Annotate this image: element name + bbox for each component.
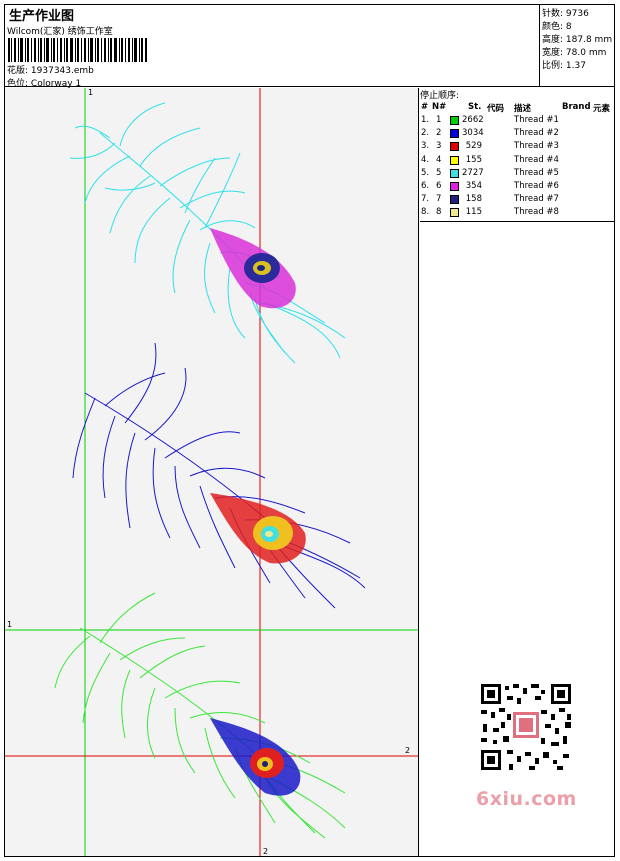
color-swatch — [450, 195, 459, 205]
row-stitches: 2662 — [462, 115, 484, 125]
col-header-code: 代码 — [487, 104, 505, 114]
row-description: Thread #2 — [514, 128, 559, 139]
stat-scale: 比例: 1.37 — [542, 61, 586, 71]
color-swatch — [450, 155, 459, 165]
company-name: Wilcom(汇家) 绣饰工作室 — [7, 27, 113, 37]
row-description: Thread #6 — [514, 181, 559, 191]
row-needle: 2 — [436, 128, 442, 139]
table-row: 6. 6 354 Thread #6 — [420, 181, 614, 194]
stop-sequence-title: 停止顺序: — [420, 91, 460, 101]
table-row: 2. 2 3034 Thread #2 — [420, 128, 614, 141]
eye-blue-feather — [210, 493, 306, 564]
row-number: 4. — [421, 154, 430, 165]
row-needle: 3 — [436, 141, 442, 152]
row-stitches: 155 — [465, 154, 482, 165]
feather-blue — [72, 342, 366, 609]
embroidery-preview — [5, 88, 418, 856]
row-number: 5. — [421, 167, 430, 178]
stat-height: 高度: 187.8 mm — [542, 35, 613, 45]
row-needle: 4 — [436, 154, 442, 165]
axis-label-h2: 2 — [405, 746, 411, 755]
row-needle: 5 — [436, 167, 442, 178]
col-header-n: N# — [432, 102, 447, 112]
row-description: Thread #1 — [514, 115, 559, 125]
row-stitches: 2727 — [462, 167, 484, 178]
eye-green-feather — [210, 718, 301, 796]
axis-label-v1: 1 — [88, 88, 94, 97]
table-row: 5. 5 2727 Thread #5 — [420, 168, 614, 181]
design-canvas: 1 1 2 2 — [5, 88, 419, 856]
stat-width: 宽度: 78.0 mm — [542, 48, 607, 58]
col-header-brand: Brand — [562, 102, 591, 112]
color-swatch — [450, 168, 459, 178]
row-stitches: 115 — [465, 207, 482, 218]
header-info: 生产作业图 Wilcom(汇家) 绣饰工作室 花版: 1937343.emb 色… — [5, 5, 540, 89]
row-stitches: 158 — [465, 194, 482, 205]
color-swatch — [450, 142, 459, 152]
row-number: 6. — [421, 181, 430, 191]
color-swatch — [450, 129, 459, 139]
row-stitches: 3034 — [462, 128, 484, 139]
row-description: Thread #4 — [514, 154, 559, 165]
row-description: Thread #8 — [514, 207, 559, 218]
table-row: 4. 4 155 Thread #4 — [420, 155, 614, 168]
watermark: 6xiu.com — [476, 788, 577, 810]
barcode — [8, 38, 147, 62]
row-stitches: 529 — [465, 141, 482, 152]
row-number: 2. — [421, 128, 430, 139]
color-swatch — [450, 208, 459, 218]
stat-stitches: 针数: 9736 — [542, 9, 589, 19]
table-row: 1. 1 2662 Thread #1 — [420, 115, 614, 128]
qr-code — [471, 680, 581, 774]
row-needle: 8 — [436, 207, 442, 218]
eye-cyan-feather — [210, 228, 296, 309]
divider — [420, 221, 614, 222]
axis-label-v2: 2 — [263, 847, 269, 856]
row-description: Thread #7 — [514, 194, 559, 205]
row-needle: 6 — [436, 181, 442, 191]
row-needle: 7 — [436, 194, 442, 205]
color-swatch — [450, 116, 459, 125]
row-number: 7. — [421, 194, 430, 205]
stat-colors: 颜色: 8 — [542, 22, 572, 32]
stats-panel: 针数: 9736 颜色: 8 高度: 187.8 mm 宽度: 78.0 mm … — [540, 5, 614, 87]
table-row: 3. 3 529 Thread #3 — [420, 141, 614, 154]
color-swatch — [450, 182, 459, 191]
col-header-desc: 描述 — [514, 104, 532, 114]
row-description: Thread #3 — [514, 141, 559, 152]
table-row: 7. 7 158 Thread #7 — [420, 194, 614, 207]
row-description: Thread #5 — [514, 167, 559, 178]
row-needle: 1 — [436, 115, 442, 125]
col-header-element: 元素 — [593, 104, 611, 114]
pattern-info: 花版: 1937343.emb — [7, 66, 94, 76]
row-number: 1. — [421, 115, 430, 125]
page-title: 生产作业图 — [9, 9, 75, 24]
stop-sequence-panel: 停止顺序: # N# St. 代码 描述 Brand 元素 1. 1 2662 Thr… — [420, 88, 614, 856]
row-number: 8. — [421, 207, 430, 218]
col-header-st: St. — [468, 102, 482, 112]
row-stitches: 354 — [465, 181, 482, 191]
table-row: 8. 8 115 Thread #8 — [420, 207, 614, 220]
axis-label-h1: 1 — [7, 620, 13, 629]
feather-cyan — [69, 102, 346, 364]
row-number: 3. — [421, 141, 430, 152]
col-header-num: # — [421, 102, 429, 112]
